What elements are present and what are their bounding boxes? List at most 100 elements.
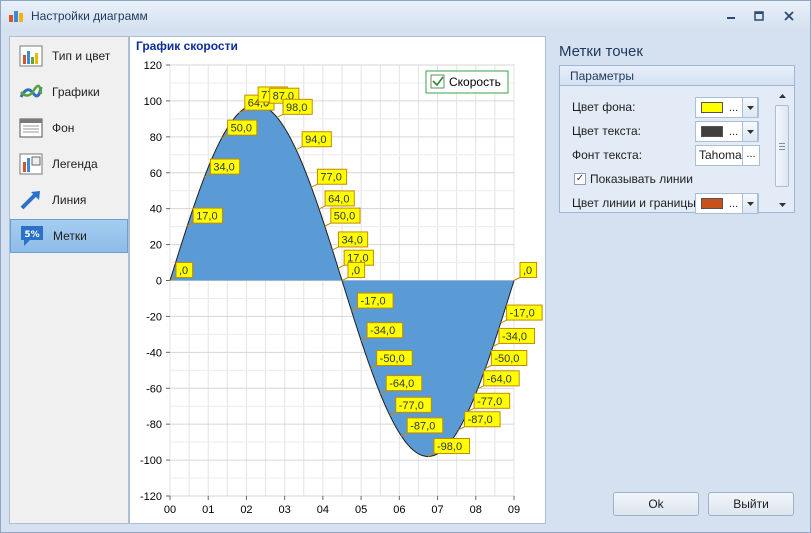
data-label: -77,0	[477, 396, 502, 408]
data-label: 17,0	[196, 211, 217, 223]
bg-color-label: Цвет фона:	[572, 100, 636, 114]
data-label: 64,0	[328, 193, 349, 205]
chevron-down-icon	[746, 129, 754, 134]
text-color-swatch	[701, 126, 723, 137]
data-label: 34,0	[341, 234, 362, 246]
y-tick-label: -120	[140, 491, 162, 503]
chevron-down-icon	[778, 203, 786, 207]
ok-button[interactable]: Ok	[613, 492, 699, 516]
x-tick-label: 00	[164, 504, 176, 516]
data-label: -98,0	[437, 441, 462, 453]
legend-label: Скорость	[449, 75, 501, 89]
props-scrollbar[interactable]	[774, 89, 790, 212]
x-tick-label: 06	[393, 504, 405, 516]
bg-color-dropdown-button[interactable]	[742, 97, 758, 118]
line-arrow-icon	[18, 188, 44, 212]
data-label: -64,0	[487, 373, 512, 385]
text-color-dropdown-button[interactable]	[742, 121, 758, 142]
bar-chart-icon	[18, 44, 44, 68]
data-label: 98,0	[286, 102, 307, 114]
x-tick-label: 04	[317, 504, 329, 516]
scroll-down-button[interactable]	[774, 198, 790, 212]
data-label: -50,0	[494, 353, 519, 365]
close-icon	[784, 11, 794, 21]
text-color-label: Цвет текста:	[572, 124, 642, 138]
labels-percent-icon-text: 5%	[24, 230, 39, 240]
font-field[interactable]: Tahoma, 8,25pt	[695, 145, 743, 166]
data-label: -17,0	[361, 296, 386, 308]
data-label: -50,0	[380, 353, 405, 365]
sidebar-item-label: Линия	[52, 193, 87, 207]
bg-color-swatch	[701, 102, 723, 113]
x-tick-label: 07	[431, 504, 443, 516]
x-tick-label: 08	[470, 504, 482, 516]
legend-icon	[18, 152, 44, 176]
sidebar-item-label: Метки	[53, 229, 87, 243]
x-tick-label: 02	[240, 504, 252, 516]
data-label: -77,0	[399, 400, 424, 412]
chart-title: График скорости	[136, 39, 238, 53]
y-tick-label: 120	[144, 60, 162, 72]
group-header: Параметры	[560, 66, 794, 86]
x-tick-label: 05	[355, 504, 367, 516]
params-group: Параметры Цвет фона: ... Цвет текста: ..…	[559, 65, 795, 214]
sidebar-item-label: Фон	[52, 121, 75, 135]
line-color-swatch	[701, 198, 723, 209]
sidebar-item-labels[interactable]: 5% Метки	[10, 219, 128, 253]
maximize-icon	[754, 11, 764, 21]
data-label: 50,0	[231, 123, 252, 135]
data-label: ,0	[523, 265, 532, 277]
app-icon	[9, 11, 23, 22]
x-tick-label: 01	[202, 504, 214, 516]
data-label: ,0	[179, 265, 188, 277]
sidebar: Тип и цвет Графики Фон Легенда Линия 5% …	[9, 36, 129, 524]
close-button[interactable]	[777, 7, 801, 25]
x-tick-label: 03	[279, 504, 291, 516]
y-tick-label: 0	[156, 276, 162, 288]
window-title: Настройки диаграмм	[31, 9, 148, 23]
settings-window: Настройки диаграмм Тип и цвет Графики Фо…	[0, 0, 811, 533]
data-label: 50,0	[334, 211, 355, 223]
labels-percent-icon: 5%	[19, 224, 45, 248]
scroll-thumb[interactable]	[775, 105, 789, 187]
chart-panel: 120 100 80 60 40 20 0 -20 -40 -60 -80 -100 -120 00 01 0…	[129, 36, 546, 524]
y-tick-label: -100	[140, 455, 162, 467]
background-icon	[18, 116, 44, 140]
sidebar-item-type-color[interactable]: Тип и цвет	[10, 39, 128, 73]
show-lines-label: Показывать линии	[590, 172, 693, 186]
data-label: 34,0	[213, 162, 234, 174]
sidebar-item-label: Легенда	[52, 157, 98, 171]
data-label: -34,0	[370, 325, 395, 337]
sidebar-item-label: Графики	[52, 85, 100, 99]
y-tick-label: 20	[150, 240, 162, 252]
y-tick-label: 80	[150, 132, 162, 144]
sidebar-item-background[interactable]: Фон	[10, 111, 128, 145]
text-color-dots: ...	[729, 125, 739, 138]
font-label: Фонт текста:	[572, 148, 643, 162]
minimize-icon	[727, 17, 735, 19]
props-panel: Метки точек	[559, 43, 799, 64]
data-label: -64,0	[389, 378, 414, 390]
chevron-down-icon	[746, 201, 754, 206]
y-tick-label: -60	[146, 383, 162, 395]
chevron-up-icon	[778, 94, 786, 98]
y-tick-label: 60	[150, 168, 162, 180]
data-label: 77,0	[320, 172, 341, 184]
data-label: ,0	[351, 265, 360, 277]
sidebar-item-line[interactable]: Линия	[10, 183, 128, 217]
font-picker-button[interactable]: ...	[742, 145, 760, 166]
props-title: Метки точек	[559, 43, 643, 60]
line-color-dropdown-button[interactable]	[742, 193, 758, 214]
graphs-icon	[18, 80, 44, 104]
data-label: -87,0	[410, 420, 435, 432]
show-lines-checkbox[interactable]: ✓	[574, 173, 586, 185]
exit-button[interactable]: Выйти	[708, 492, 794, 516]
maximize-button[interactable]	[747, 7, 771, 25]
y-tick-label: -80	[146, 419, 162, 431]
y-tick-label: -40	[146, 347, 162, 359]
sidebar-item-legend[interactable]: Легенда	[10, 147, 128, 181]
scroll-up-button[interactable]	[774, 89, 790, 103]
minimize-button[interactable]	[719, 7, 743, 25]
sidebar-item-graphs[interactable]: Графики	[10, 75, 128, 109]
y-tick-label: -20	[146, 311, 162, 323]
